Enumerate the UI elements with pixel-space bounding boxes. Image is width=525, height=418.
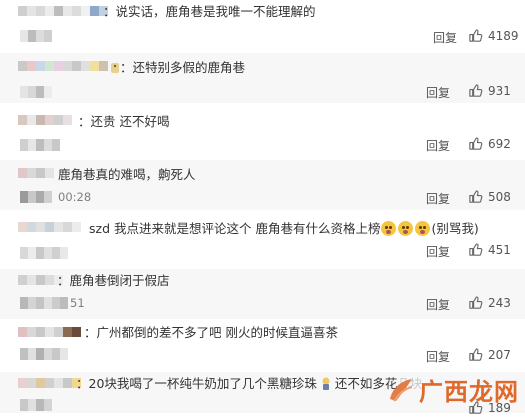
blurred-username: [18, 222, 81, 235]
comment-time: 00:28: [58, 190, 92, 204]
blurred-username: [18, 168, 54, 181]
shocked-emoji-icon: [381, 221, 397, 236]
watermark-logo-icon: [390, 378, 413, 402]
comment-item: ：鹿角巷倒闭于假店 51 回复 243: [0, 269, 525, 319]
blurred-meta: [20, 139, 60, 151]
thumbs-up-icon: [468, 189, 483, 204]
like-button[interactable]: 692: [468, 136, 511, 151]
thumbs-up-icon: [468, 295, 483, 310]
blurred-username: [18, 327, 81, 340]
like-button[interactable]: 508: [468, 189, 511, 204]
comment-text: ：鹿角巷倒闭于假店: [57, 273, 170, 288]
like-count: 4189: [488, 28, 519, 43]
reply-button[interactable]: 回复: [426, 243, 450, 260]
reply-button[interactable]: 回复: [433, 29, 457, 46]
like-button[interactable]: 4189: [468, 28, 519, 43]
comment-time: 51: [70, 296, 85, 310]
comment-text: ：还贵 还不好喝: [78, 114, 170, 129]
blurred-username: [18, 115, 72, 128]
comment-text-tail: (别骂我): [431, 221, 479, 236]
comment-text: ：广州都倒的差不多了吧 刚火的时候直逼喜茶: [84, 325, 338, 340]
like-button[interactable]: 207: [468, 347, 511, 362]
comment-item: ：还贵 还不好喝 回复 692: [0, 106, 525, 156]
thumbs-up-icon: [468, 83, 483, 98]
reply-button[interactable]: 回复: [426, 190, 450, 207]
like-button[interactable]: 451: [468, 242, 511, 257]
reply-button[interactable]: 回复: [426, 296, 450, 313]
like-count: 451: [488, 242, 511, 257]
thumbs-up-icon: [468, 136, 483, 151]
like-count: 508: [488, 189, 511, 204]
blurred-meta: [20, 30, 52, 42]
comment-text: ：还特别多假的鹿角巷: [110, 60, 245, 76]
blurred-username: [18, 6, 108, 19]
mascot-icon: [322, 377, 330, 390]
blurred-meta: [20, 297, 68, 309]
reply-button[interactable]: 回复: [426, 137, 450, 154]
shocked-emoji-icon: [415, 221, 431, 236]
like-count: 931: [488, 83, 511, 98]
comment-item: 鹿角巷真的难喝，齁死人 00:28 回复 508: [0, 160, 525, 210]
comment-item: ：广州都倒的差不多了吧 刚火的时候直逼喜茶 回复 207: [0, 321, 525, 369]
comment-text: szd 我点进来就是想评论这个 鹿角巷有什么资格上榜 (别骂我): [89, 221, 479, 237]
shocked-emoji-icon: [398, 221, 414, 236]
blurred-meta: [20, 247, 68, 259]
watermark-text: 广西龙网: [419, 377, 519, 406]
like-count: 207: [488, 347, 511, 362]
blurred-meta: [20, 191, 52, 203]
reply-button[interactable]: 回复: [426, 84, 450, 101]
comment-text-body: ：20块我喝了一杯纯牛奶加了几个黑糖珍珠: [76, 376, 317, 391]
thumbs-up-icon: [468, 347, 483, 362]
comment-item: szd 我点进来就是想评论这个 鹿角巷有什么资格上榜 (别骂我) 回复 451: [0, 213, 525, 267]
blurred-meta: [20, 86, 52, 98]
comment-item: ：还特别多假的鹿角巷 回复 931: [0, 53, 525, 103]
comment-text: 鹿角巷真的难喝，齁死人: [58, 167, 196, 182]
comment-text: ：20块我喝了一杯纯牛奶加了几个黑糖珍珠 还不如多花几块: [76, 376, 422, 392]
like-button[interactable]: 243: [468, 295, 511, 310]
comment-item: ：说实话，鹿角巷是我唯一不能理解的 回复 4189: [0, 0, 525, 50]
site-watermark: 广西龙网: [386, 372, 519, 407]
thumbs-up-icon: [468, 28, 483, 43]
reply-button[interactable]: 回复: [426, 348, 450, 365]
like-count: 692: [488, 136, 511, 151]
blurred-meta: [20, 348, 68, 360]
comment-text-body: ：还特别多假的鹿角巷: [120, 60, 246, 75]
bird-icon: [111, 63, 119, 73]
blurred-username: [18, 378, 81, 391]
blurred-meta: [20, 399, 52, 411]
like-count: 243: [488, 295, 511, 310]
comment-text: ：说实话，鹿角巷是我唯一不能理解的: [103, 4, 316, 19]
thumbs-up-icon: [468, 242, 483, 257]
comment-text-body: szd 我点进来就是想评论这个 鹿角巷有什么资格上榜: [89, 221, 381, 236]
like-button[interactable]: 931: [468, 83, 511, 98]
blurred-username: [18, 61, 108, 74]
